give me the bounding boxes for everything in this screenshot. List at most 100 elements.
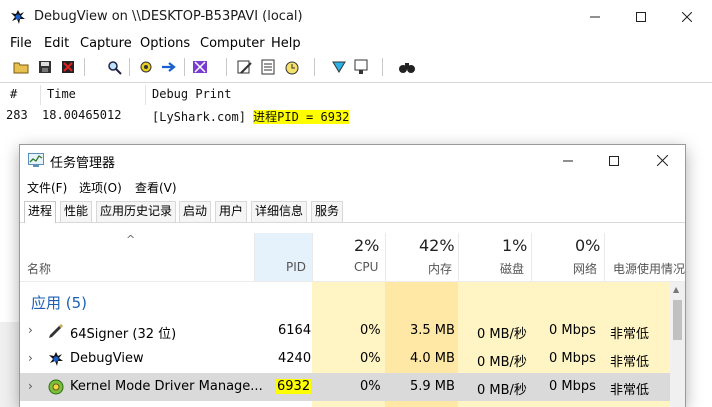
debug-print-highlight: 进程PID = 6932 <box>253 110 350 124</box>
process-disk: 0 MB/秒 <box>477 327 527 342</box>
history-button[interactable] <box>259 58 277 76</box>
find-next-button[interactable] <box>398 58 416 76</box>
tm-minimize-button[interactable] <box>545 145 591 176</box>
tab-performance[interactable]: 性能 <box>60 201 93 222</box>
column-divider[interactable] <box>312 233 313 281</box>
toolbar-separator <box>84 58 85 76</box>
process-row-selected[interactable]: › Kernel Mode Driver Manage... 6932 0% 5… <box>20 373 670 401</box>
expand-chevron-icon[interactable]: › <box>28 379 33 393</box>
task-manager-titlebar[interactable]: 任务管理器 <box>20 145 685 176</box>
tab-services[interactable]: 服务 <box>311 201 344 222</box>
menu-file[interactable]: File <box>10 36 32 51</box>
scrollbar-thumb[interactable] <box>673 300 682 340</box>
column-header-cpu[interactable]: CPU <box>354 260 378 274</box>
process-power: 非常低 <box>610 327 650 342</box>
kernel-capture-icon <box>193 61 207 73</box>
tab-users[interactable]: 用户 <box>215 201 248 222</box>
process-list[interactable]: 应用 (5) › 64Signer (32 位) 6164 0% 3.5 MB … <box>20 282 670 407</box>
column-header-memory[interactable]: 内存 <box>428 260 452 277</box>
column-header-network[interactable]: 网络 <box>573 260 597 277</box>
scroll-up-arrow-icon[interactable]: ▲ <box>673 285 679 294</box>
highlight-icon <box>332 61 346 73</box>
tm-close-button[interactable] <box>639 145 685 176</box>
apps-group-label[interactable]: 应用 (5) <box>31 292 87 313</box>
column-header-name[interactable]: 名称 <box>27 260 51 277</box>
debugview-titlebar[interactable]: DebugView on \\DESKTOP-B53PAVI (local) <box>0 0 712 34</box>
row-debug-print: [LyShark.com] 进程PID = 6932 <box>152 108 350 125</box>
search-icon <box>107 60 122 75</box>
pid-highlight: 6932 <box>276 379 312 394</box>
process-cpu: 0% <box>360 323 381 338</box>
column-divider[interactable] <box>604 233 605 281</box>
filter-button[interactable] <box>236 58 254 76</box>
toolbar-separator <box>129 58 130 76</box>
menu-options[interactable]: 选项(O) <box>79 179 122 196</box>
memory-total-percent: 42% <box>419 236 455 255</box>
debugview-toolbar <box>0 55 712 79</box>
vertical-scrollbar[interactable]: ▲ <box>670 282 685 407</box>
column-header-pid[interactable]: PID <box>286 260 306 274</box>
tab-processes[interactable]: 进程 <box>24 201 57 223</box>
menu-options[interactable]: Options <box>140 36 190 51</box>
window-background <box>0 322 22 407</box>
task-manager-tabs: 进程 性能 应用历史记录 启动 用户 详细信息 服务 <box>20 199 685 223</box>
cpu-total-percent: 2% <box>354 236 380 255</box>
expand-chevron-icon[interactable]: › <box>28 323 33 337</box>
properties-button[interactable] <box>352 58 370 76</box>
column-header-power[interactable]: 电源使用情况 <box>613 260 685 277</box>
capture-kernel-button[interactable] <box>191 58 209 76</box>
tab-startup[interactable]: 启动 <box>179 201 212 222</box>
save-button[interactable] <box>36 58 54 76</box>
maximize-button[interactable] <box>618 0 664 34</box>
tm-maximize-button[interactable] <box>591 145 637 176</box>
capture-button[interactable] <box>137 58 155 76</box>
minimize-icon <box>563 160 573 161</box>
properties-icon <box>354 59 368 74</box>
menu-computer[interactable]: Computer <box>200 36 265 51</box>
task-manager-window: 任务管理器 文件(F) 选项(O) 查看(V) 进程 性能 应用历史记录 启动 … <box>20 145 685 407</box>
process-disk: 0 MB/秒 <box>477 383 527 398</box>
task-manager-menubar: 文件(F) 选项(O) 查看(V) <box>20 176 685 197</box>
menu-file[interactable]: 文件(F) <box>27 179 67 196</box>
menu-capture[interactable]: Capture <box>80 36 132 51</box>
column-divider[interactable] <box>145 85 146 105</box>
time-button[interactable] <box>283 58 301 76</box>
column-divider[interactable] <box>458 233 459 281</box>
highlight-button[interactable] <box>330 58 348 76</box>
tab-details[interactable]: 详细信息 <box>251 201 308 222</box>
task-manager-title: 任务管理器 <box>50 156 116 171</box>
tab-app-history[interactable]: 应用历史记录 <box>96 201 177 222</box>
column-header-debug-print[interactable]: Debug Print <box>152 87 231 101</box>
column-divider[interactable] <box>254 233 255 281</box>
minimize-button[interactable] <box>572 0 618 34</box>
column-header-time[interactable]: Time <box>47 87 76 101</box>
process-name: 64Signer (32 位) <box>70 327 177 342</box>
binoculars-icon <box>399 63 415 73</box>
menu-view[interactable]: 查看(V) <box>135 179 177 196</box>
expand-chevron-icon[interactable]: › <box>28 351 33 365</box>
column-divider[interactable] <box>531 233 532 281</box>
clock-icon <box>285 61 299 75</box>
clear-display-button[interactable] <box>59 58 77 76</box>
process-pid: 6164 <box>278 323 312 338</box>
maximize-icon <box>636 12 646 22</box>
process-row[interactable]: › 64Signer (32 位) 6164 0% 3.5 MB 0 MB/秒 … <box>20 317 670 345</box>
process-network: 0 Mbps <box>549 351 596 366</box>
column-header-num[interactable]: # <box>10 87 17 101</box>
close-button[interactable] <box>664 0 710 34</box>
toolbar-separator <box>184 58 185 76</box>
find-button[interactable] <box>105 58 123 76</box>
menu-edit[interactable]: Edit <box>44 36 69 51</box>
close-icon <box>656 155 668 166</box>
menu-help[interactable]: Help <box>271 36 301 51</box>
process-row[interactable]: › DebugView 4240 0% 4.0 MB 0 MB/秒 0 Mbps… <box>20 345 670 373</box>
column-divider[interactable] <box>385 233 386 281</box>
clear-icon <box>62 61 74 73</box>
autoscroll-button[interactable] <box>160 58 178 76</box>
network-total-percent: 0% <box>575 236 601 255</box>
column-header-disk[interactable]: 磁盘 <box>500 260 524 277</box>
process-column-headers: ^ 名称 PID 2% CPU 42% 内存 1% 磁盘 0% 网络 电源使用情… <box>20 233 685 282</box>
list-icon <box>261 59 275 75</box>
open-button[interactable] <box>12 58 30 76</box>
column-divider[interactable] <box>40 85 41 105</box>
